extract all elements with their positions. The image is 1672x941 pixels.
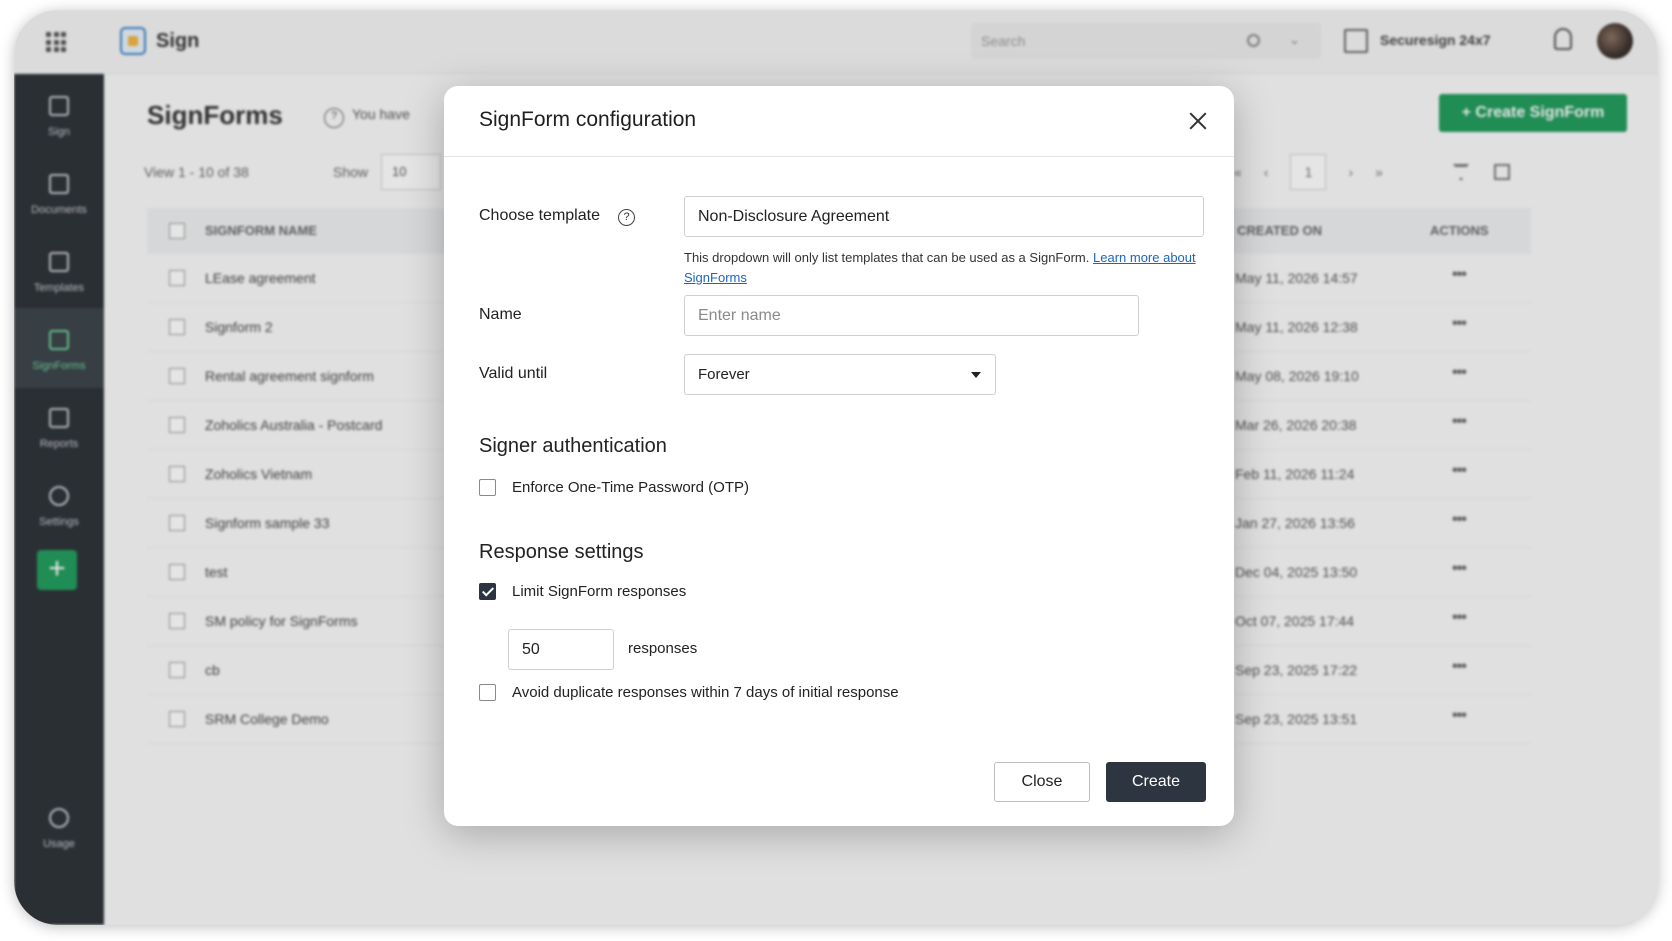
signform-configuration-dialog: SignForm configuration Choose template ?… (444, 86, 1234, 826)
valid-until-value: Forever (698, 366, 750, 383)
signer-authentication-heading: Signer authentication (479, 435, 667, 457)
name-field[interactable] (684, 295, 1139, 336)
otp-checkbox[interactable] (479, 479, 496, 496)
template-hint: This dropdown will only list templates t… (684, 248, 1204, 288)
limit-responses-label: Limit SignForm responses (512, 583, 687, 600)
response-limit-input[interactable] (508, 629, 614, 670)
name-label: Name (479, 306, 522, 323)
responses-suffix: responses (628, 640, 698, 657)
dialog-header: SignForm configuration (444, 86, 1234, 157)
dialog-title: SignForm configuration (479, 108, 697, 131)
avoid-duplicates-checkbox[interactable] (479, 684, 496, 701)
choose-template-label: Choose template (479, 207, 600, 224)
valid-until-label: Valid until (479, 365, 548, 382)
close-icon[interactable] (1186, 109, 1210, 133)
close-button[interactable]: Close (994, 762, 1090, 802)
limit-responses-option[interactable]: Limit SignForm responses (479, 583, 686, 600)
valid-until-select[interactable]: Forever (684, 354, 996, 395)
otp-label: Enforce One-Time Password (OTP) (512, 479, 750, 496)
create-button[interactable]: Create (1106, 762, 1206, 802)
choose-template-field[interactable] (684, 196, 1204, 237)
limit-responses-checkbox[interactable] (479, 583, 496, 600)
template-hint-text: This dropdown will only list templates t… (684, 250, 1090, 265)
caret-down-icon (971, 372, 981, 378)
avoid-duplicates-option[interactable]: Avoid duplicate responses within 7 days … (479, 684, 899, 701)
otp-option[interactable]: Enforce One-Time Password (OTP) (479, 479, 749, 496)
help-icon[interactable]: ? (618, 209, 635, 226)
avoid-duplicates-label: Avoid duplicate responses within 7 days … (512, 684, 899, 701)
response-settings-heading: Response settings (479, 541, 644, 563)
